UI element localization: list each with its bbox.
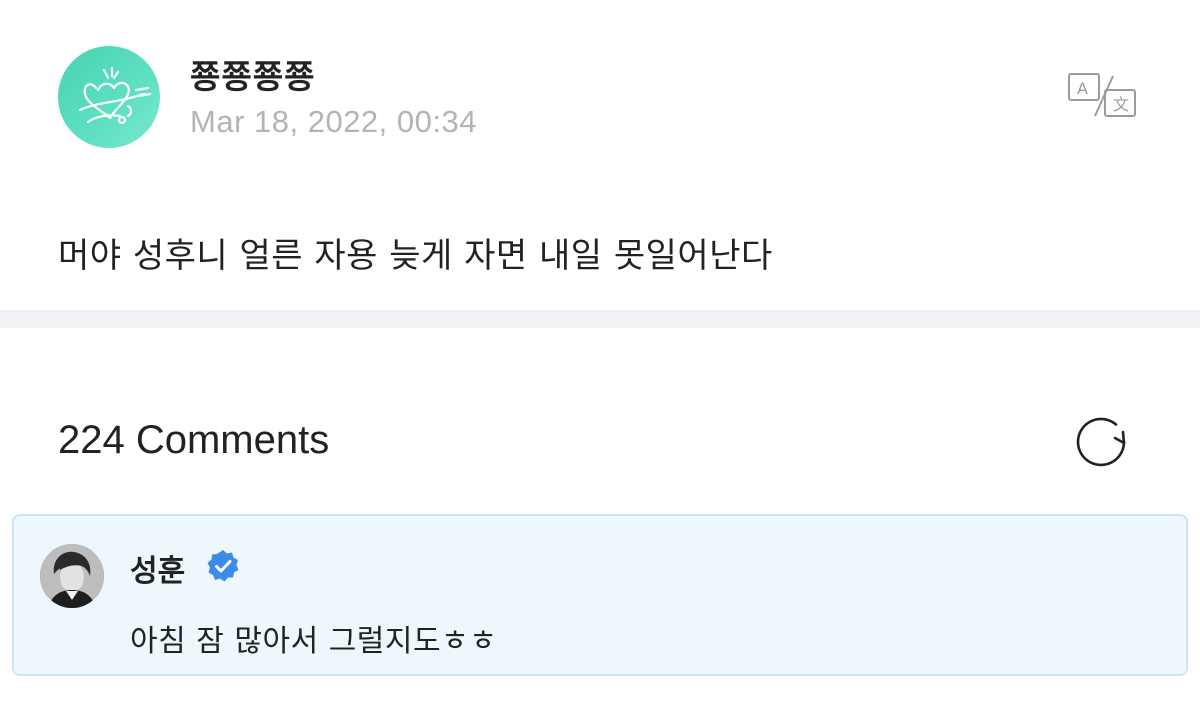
author-name[interactable]: 쭁쭁쭁쭁 [190,50,315,98]
translate-button[interactable]: A 文 [1067,72,1139,120]
author-avatar[interactable] [58,46,160,148]
commenter-avatar[interactable] [40,544,104,608]
heart-doodle-icon [78,66,152,125]
refresh-button[interactable] [1071,412,1131,472]
section-divider [0,310,1200,328]
post-body-text: 머야 성후니 얼른 자용 늦게 자면 내일 못일어난다 [58,236,773,276]
comment-text: 아침 잠 많아서 그럴지도ㅎㅎ [130,624,498,659]
svg-text:A: A [1077,79,1088,98]
person-photo [40,544,104,608]
refresh-icon [1076,417,1126,467]
commenter-name[interactable]: 성훈 [130,546,185,590]
post-timestamp: Mar 18, 2022, 00:34 [190,104,477,139]
svg-text:文: 文 [1113,95,1129,114]
comment-item[interactable]: 성훈 아침 잠 많아서 그럴지도ㅎㅎ [12,514,1188,676]
comments-count: 224 Comments [58,418,330,462]
post-header: 쭁쭁쭁쭁 Mar 18, 2022, 00:34 A 文 [58,46,1158,150]
comments-header: 224 Comments [58,412,1148,472]
verified-badge-icon [206,549,240,583]
translate-icon: A 文 [1068,73,1136,117]
